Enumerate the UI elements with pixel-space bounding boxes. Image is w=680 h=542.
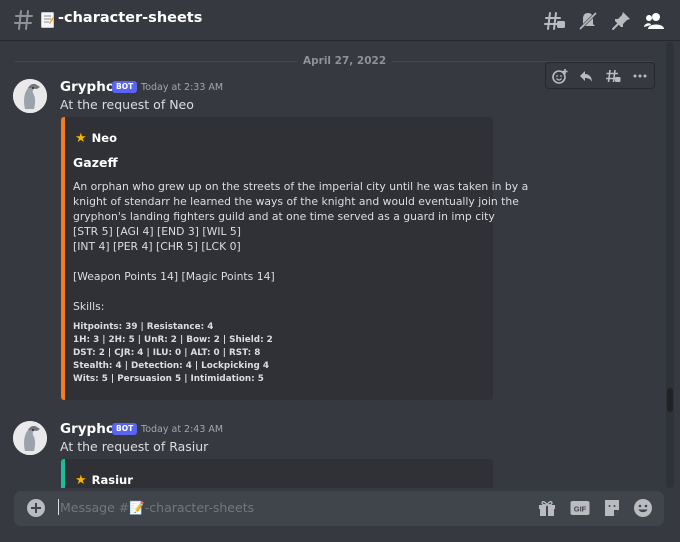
gif-icon[interactable]: GIF: [570, 498, 590, 518]
embed-accent-bar: [61, 117, 65, 400]
message-timestamp[interactable]: Today at 2:43 AM: [141, 424, 223, 435]
avatar[interactable]: [13, 79, 47, 113]
svg-text:GIF: GIF: [574, 505, 587, 514]
bot-tag: BOT: [112, 81, 138, 93]
bot-tag: BOT: [112, 423, 138, 435]
embed-description-line: [INT 4] [PER 4] [CHR 5] [LCK 0]: [73, 240, 241, 253]
embed-author: ★ Rasiur: [75, 473, 133, 488]
memo-emoji-icon: [41, 12, 54, 28]
more-options-icon[interactable]: [632, 68, 648, 84]
embed-author: ★ Neo: [75, 131, 117, 146]
embed-description-line: An orphan who grew up on the streets of …: [73, 180, 529, 193]
scrollbar-thumb[interactable]: [667, 388, 673, 412]
gryphon-avatar-icon: [13, 79, 47, 113]
embed: ★ Neo Gazeff An orphan who grew up on the…: [61, 117, 528, 400]
embed-skills-line: Hitpoints: 39 | Resistance: 4: [73, 322, 214, 332]
avatar[interactable]: [13, 421, 47, 455]
gift-icon[interactable]: [537, 498, 557, 518]
create-thread-icon[interactable]: [605, 68, 621, 84]
date-divider-label: April 27, 2022: [297, 55, 393, 67]
star-icon: ★: [75, 473, 87, 488]
message-timestamp[interactable]: Today at 2:33 AM: [141, 82, 223, 93]
message-content: At the request of Neo: [60, 97, 194, 112]
message-content: At the request of Rasiur: [60, 439, 209, 454]
message-actions-toolbar: [545, 62, 655, 89]
channel-name: -character-sheets: [58, 10, 203, 26]
embed-skills-line: Stealth: 4 | Detection: 4 | Lockpicking …: [73, 361, 270, 371]
embed-description-line: [STR 5] [AGI 4] [END 3] [WIL 5]: [73, 225, 241, 238]
gryphon-avatar-icon: [13, 421, 47, 455]
member-list-icon[interactable]: [643, 10, 665, 32]
text-caret: [58, 499, 59, 515]
embed-skills-line: DST: 2 | CJR: 4 | ILU: 0 | ALT: 0 | RST:…: [73, 348, 261, 358]
embed-author-name: Rasiur: [91, 473, 133, 487]
message-input-placeholder: Message #📝-character-sheets: [60, 500, 255, 515]
scrollbar-track[interactable]: [666, 42, 674, 488]
embed-title: Gazeff: [73, 155, 118, 170]
channel-header: -character-sheets: [0, 0, 680, 41]
emoji-icon[interactable]: [633, 498, 653, 518]
pinned-messages-icon[interactable]: [610, 10, 632, 32]
sticker-icon[interactable]: [602, 498, 622, 518]
upload-plus-button[interactable]: [27, 499, 45, 517]
text-channel-hash-icon: [14, 10, 33, 30]
add-reaction-icon[interactable]: [552, 68, 568, 84]
star-icon: ★: [75, 131, 87, 146]
embed-description-line: Skills:: [73, 300, 105, 313]
threads-icon[interactable]: [544, 10, 566, 32]
embed-description-line: gryphon's landing fighters guild and at …: [73, 210, 495, 223]
embed-description-line: knight of stendarr he learned the ways o…: [73, 195, 519, 208]
embed-description-line: [Weapon Points 14] [Magic Points 14]: [73, 270, 275, 283]
reply-icon[interactable]: [578, 68, 594, 84]
notification-bell-muted-icon[interactable]: [577, 10, 599, 32]
embed-skills-line: Wits: 5 | Persuasion 5 | Intimidation: 5: [73, 374, 264, 384]
embed-skills-line: 1H: 3 | 2H: 5 | UnR: 2 | Bow: 2 | Shield…: [73, 335, 273, 345]
embed-author-name: Neo: [91, 131, 117, 145]
